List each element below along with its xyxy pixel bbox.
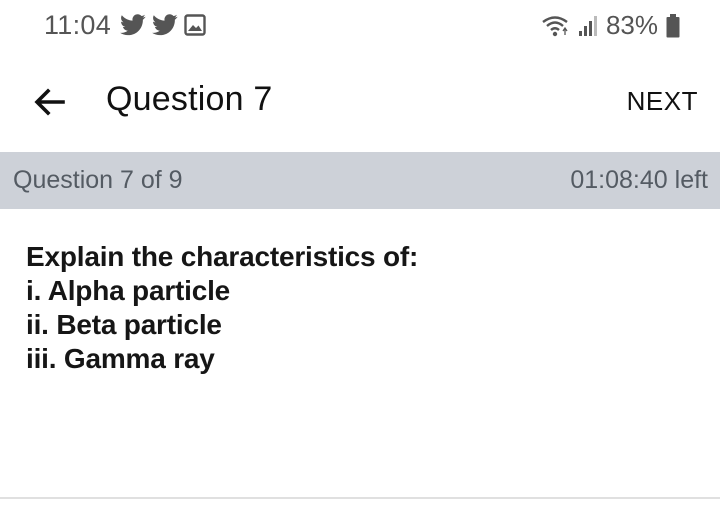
signal-icon bbox=[578, 15, 597, 36]
question-text: Explain the characteristics of: i. Alpha… bbox=[26, 240, 706, 376]
system-icons: 83% bbox=[540, 10, 680, 41]
image-icon bbox=[184, 14, 206, 36]
status-time: 11:04 bbox=[44, 10, 112, 40]
twitter-icon bbox=[152, 14, 178, 36]
battery-icon bbox=[666, 13, 680, 37]
question-line: i. Alpha particle bbox=[26, 275, 231, 306]
question-progress-bar: Question 7 of 9 01:08:40 left bbox=[0, 152, 720, 209]
page-title: Question 7 bbox=[106, 80, 273, 118]
question-line: ii. Beta particle bbox=[26, 309, 222, 340]
next-button[interactable]: NEXT bbox=[627, 86, 698, 117]
battery-percentage: 83% bbox=[605, 10, 658, 40]
question-line: iii. Gamma ray bbox=[26, 343, 215, 374]
question-counter: Question 7 of 9 bbox=[13, 166, 183, 194]
app-bar: Question 7 NEXT bbox=[0, 68, 720, 138]
status-bar: 11:04 83% bbox=[0, 0, 720, 54]
back-button[interactable] bbox=[30, 82, 70, 122]
twitter-icon bbox=[120, 14, 146, 36]
wifi-icon bbox=[542, 15, 568, 36]
notification-icons bbox=[120, 14, 206, 36]
question-line: Explain the characteristics of: bbox=[26, 241, 419, 272]
time-remaining: 01:08:40 left bbox=[570, 166, 708, 194]
divider bbox=[0, 497, 720, 499]
arrow-left-icon bbox=[34, 88, 65, 116]
